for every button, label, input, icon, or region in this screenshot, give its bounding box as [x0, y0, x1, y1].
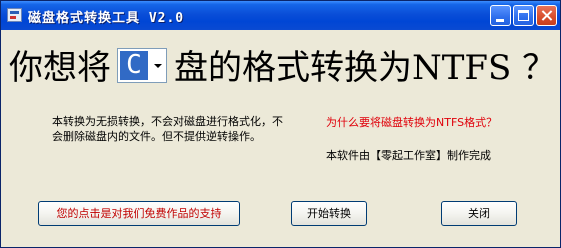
drive-letter-value[interactable]: C — [120, 51, 148, 80]
support-button[interactable]: 您的点击是对我们免费作品的支持 — [38, 201, 240, 226]
close-button[interactable]: 关闭 — [441, 201, 517, 226]
headline-suffix: 盘的格式转换为NTFS ？ — [174, 48, 557, 88]
close-icon[interactable] — [536, 5, 557, 26]
why-ntfs-link[interactable]: 为什么要将磁盘转换为NTFS格式？ — [326, 114, 497, 130]
credit-text: 本软件由【零起工作室】制作完成 — [326, 149, 491, 162]
start-convert-button[interactable]: 开始转换 — [291, 201, 367, 226]
title-bar[interactable]: 磁盘格式转换工具 V2.0 — [1, 1, 560, 30]
maximize-icon[interactable] — [513, 5, 534, 26]
app-disk-icon[interactable] — [7, 8, 22, 22]
window-title: 磁盘格式转换工具 V2.0 — [28, 11, 185, 26]
app-window: 磁盘格式转换工具 V2.0 你想将 C 盘的格式转换为NTFS ？ 本转换为无损… — [0, 0, 561, 248]
minimize-icon[interactable] — [490, 5, 511, 26]
conversion-description: 本转换为无损转换，不会对磁盘进行格式化，不会删除磁盘内的文件。但不提供逆转操作。 — [52, 115, 283, 143]
dropdown-arrow-icon[interactable] — [152, 51, 164, 80]
drive-select[interactable]: C — [117, 48, 167, 83]
headline-prefix: 你想将 — [9, 48, 111, 88]
